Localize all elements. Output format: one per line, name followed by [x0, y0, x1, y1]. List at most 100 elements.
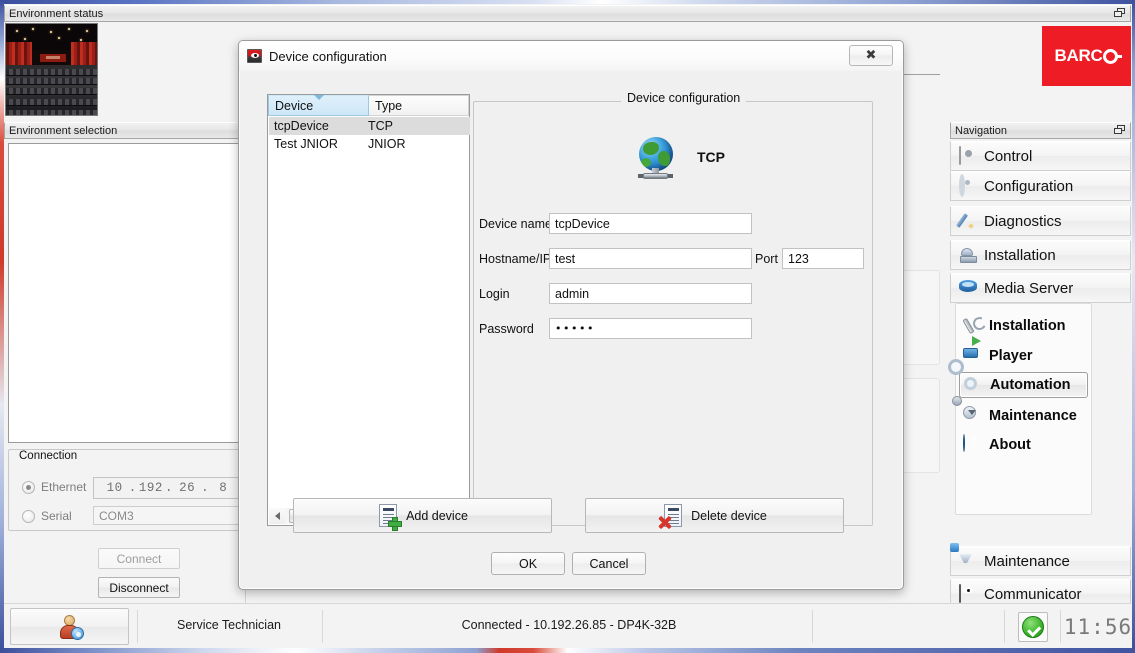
- sidebar-item-media-server[interactable]: Media Server: [950, 273, 1131, 303]
- add-document-icon: [377, 504, 399, 528]
- cell-device: Test JNIOR: [269, 137, 364, 151]
- media-server-icon: [959, 279, 977, 297]
- delete-device-label: Delete device: [691, 509, 767, 523]
- sidebar-subitem-label: Player: [989, 348, 1033, 364]
- wrench-icon: [963, 316, 983, 336]
- sidebar-subitem-automation[interactable]: Automation: [959, 372, 1088, 398]
- maintenance-icon: [959, 552, 977, 570]
- cancel-button[interactable]: Cancel: [572, 552, 646, 575]
- close-icon[interactable]: ✖: [849, 45, 893, 66]
- column-header-device[interactable]: Device: [268, 95, 369, 116]
- sidebar-item-label: Control: [984, 148, 1032, 165]
- sidebar-subitem-player[interactable]: Player: [959, 343, 1088, 369]
- login-label: Login: [479, 287, 510, 301]
- user-role-button[interactable]: [10, 608, 129, 645]
- connect-button[interactable]: Connect: [98, 548, 180, 569]
- window-edge-bottom: [0, 648, 1135, 653]
- installation-icon: [959, 246, 977, 264]
- delete-document-icon: [662, 504, 684, 528]
- barco-logo-o-icon: [1103, 49, 1118, 64]
- serial-label: Serial: [41, 509, 72, 523]
- status-role-text: Service Technician: [144, 618, 314, 632]
- barco-logo: BARC: [1042, 26, 1131, 86]
- ip-octet-2: 192: [138, 481, 163, 495]
- sidebar-item-label: Installation: [984, 247, 1056, 264]
- port-input[interactable]: 123: [782, 248, 864, 269]
- status-badge[interactable]: [1018, 612, 1048, 642]
- sidebar-item-label: Maintenance: [984, 553, 1070, 570]
- sidebar-item-control[interactable]: Control: [950, 141, 1131, 171]
- env-status-title: Environment status: [9, 8, 1114, 20]
- sidebar-item-label: Communicator: [984, 586, 1082, 603]
- ip-address-field[interactable]: 10 . 192 . 26 . 8: [93, 477, 245, 499]
- restore-icon[interactable]: [1114, 8, 1126, 19]
- device-name-input[interactable]: tcpDevice: [549, 213, 752, 234]
- scroll-left-icon[interactable]: [269, 508, 285, 524]
- add-device-label: Add device: [406, 509, 468, 523]
- service-technician-icon: [57, 615, 83, 639]
- ip-octet-4: 8: [211, 481, 236, 495]
- player-icon: [963, 346, 983, 366]
- dialog-title: Device configuration: [269, 49, 387, 64]
- communicator-icon: [959, 585, 977, 603]
- hostname-input[interactable]: test: [549, 248, 752, 269]
- restore-icon[interactable]: [1114, 125, 1126, 136]
- barco-logo-text: BARC: [1055, 46, 1103, 66]
- device-list-header: Device Type: [268, 95, 469, 116]
- ip-octet-1: 10: [102, 481, 127, 495]
- sidebar-item-label: Media Server: [984, 280, 1073, 297]
- password-input[interactable]: •••••: [549, 318, 752, 339]
- login-input[interactable]: admin: [549, 283, 752, 304]
- status-connection-text: Connected - 10.192.26.85 - DP4K-32B: [334, 618, 804, 632]
- about-question-icon: [963, 435, 983, 455]
- disconnect-button[interactable]: Disconnect: [98, 577, 180, 598]
- sidebar-item-diagnostics[interactable]: Diagnostics: [950, 206, 1131, 236]
- device-name-label: Device name: [479, 217, 552, 231]
- window-edge-top: [0, 0, 1135, 4]
- ok-button[interactable]: OK: [491, 552, 565, 575]
- column-header-type[interactable]: Type: [369, 95, 469, 116]
- navigation-title: Navigation: [955, 125, 1114, 137]
- sidebar-item-maintenance[interactable]: Maintenance: [950, 546, 1131, 576]
- add-device-button[interactable]: Add device: [293, 498, 552, 533]
- ip-octet-3: 26: [174, 481, 199, 495]
- env-selection-list[interactable]: [8, 143, 240, 443]
- application-window: Environment status Environment selection…: [0, 0, 1135, 653]
- device-list[interactable]: Device Type tcpDevice TCP Test JNIOR JNI…: [267, 94, 470, 526]
- sidebar-item-configuration[interactable]: Configuration: [950, 171, 1131, 201]
- serial-radio[interactable]: [22, 510, 35, 523]
- sidebar-subitem-about[interactable]: About: [959, 432, 1088, 458]
- sidebar-subitem-maintenance[interactable]: Maintenance: [959, 403, 1088, 429]
- ethernet-label: Ethernet: [41, 480, 86, 494]
- hostname-label: Hostname/IP: [479, 252, 551, 266]
- cell-device: tcpDevice: [269, 119, 364, 133]
- cell-type: TCP: [364, 119, 464, 133]
- ethernet-radio[interactable]: [22, 481, 35, 494]
- serial-port-field[interactable]: COM3: [93, 506, 245, 525]
- sidebar-subitem-label: Automation: [990, 377, 1071, 393]
- sidebar-item-installation[interactable]: Installation: [950, 240, 1131, 270]
- environment-thumbnail[interactable]: [5, 23, 98, 116]
- automation-gear-icon: [964, 375, 984, 395]
- device-type-display: TCP: [635, 126, 765, 188]
- ok-check-icon: [1022, 616, 1044, 638]
- dialog-titlebar[interactable]: Device configuration: [239, 41, 903, 71]
- maintenance-clock-icon: [963, 406, 983, 426]
- sort-arrow-icon: [314, 95, 324, 100]
- env-selection-title: Environment selection: [9, 125, 239, 137]
- cell-type: JNIOR: [364, 137, 464, 151]
- table-row[interactable]: tcpDevice TCP: [269, 117, 470, 135]
- port-label: Port: [755, 252, 778, 266]
- ethernet-radio-row[interactable]: Ethernet: [22, 480, 86, 494]
- device-configuration-group-label: Device configuration: [621, 91, 746, 105]
- password-label: Password: [479, 322, 534, 336]
- sidebar-subitem-label: Maintenance: [989, 408, 1077, 424]
- window-edge-left: [0, 0, 4, 653]
- sidebar-item-label: Configuration: [984, 178, 1073, 195]
- connection-group-label: Connection: [16, 450, 80, 462]
- control-icon: [959, 147, 977, 165]
- sidebar-subitem-label: About: [989, 437, 1031, 453]
- serial-radio-row[interactable]: Serial: [22, 509, 72, 523]
- delete-device-button[interactable]: Delete device: [585, 498, 844, 533]
- table-row[interactable]: Test JNIOR JNIOR: [269, 135, 470, 153]
